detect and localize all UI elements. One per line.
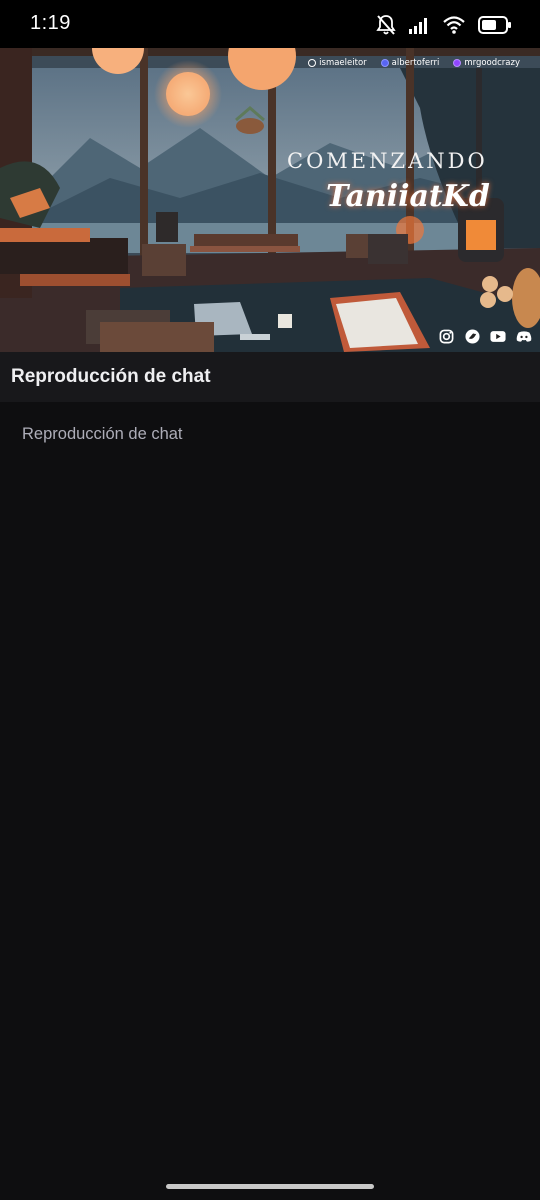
credit-label: ismaeleitor xyxy=(319,58,367,68)
user-icon xyxy=(308,59,317,67)
credit-label: mrgoodcrazy xyxy=(464,58,520,68)
screen: 1:19 ismaeleitor albertoferri mrgoodcraz… xyxy=(0,0,540,1200)
home-indicator[interactable] xyxy=(166,1184,374,1189)
signal-icon xyxy=(408,16,430,34)
social-row xyxy=(438,328,532,344)
twitch-icon xyxy=(453,59,462,67)
overlay-title: COMENZANDO xyxy=(287,149,488,173)
wifi-icon xyxy=(442,15,466,35)
chat-replay-header: Reproducción de chat xyxy=(0,352,540,402)
credits: ismaeleitor albertoferri mrgoodcrazy xyxy=(308,58,520,68)
chat-replay-placeholder: Reproducción de chat xyxy=(22,425,183,443)
credit-ismaeleitor: ismaeleitor xyxy=(308,58,367,68)
instagram-icon xyxy=(438,328,454,344)
twitter-icon xyxy=(464,328,480,344)
youtube-icon xyxy=(490,328,506,344)
credit-mrgoodcrazy: mrgoodcrazy xyxy=(453,58,520,68)
discord-icon xyxy=(516,328,532,344)
status-bar: 1:19 xyxy=(0,0,540,48)
credit-label: albertoferri xyxy=(391,58,440,68)
page-title: Reproducción de chat xyxy=(11,366,211,387)
bell-muted-icon xyxy=(376,14,396,36)
credit-albertoferri: albertoferri xyxy=(380,58,440,68)
video-player[interactable]: ismaeleitor albertoferri mrgoodcrazy COM… xyxy=(0,48,540,352)
discord-icon xyxy=(380,59,389,67)
battery-icon xyxy=(478,16,512,34)
status-icons xyxy=(376,12,512,38)
overlay-name: TaniiatKd xyxy=(326,179,490,214)
status-time: 1:19 xyxy=(30,12,71,34)
